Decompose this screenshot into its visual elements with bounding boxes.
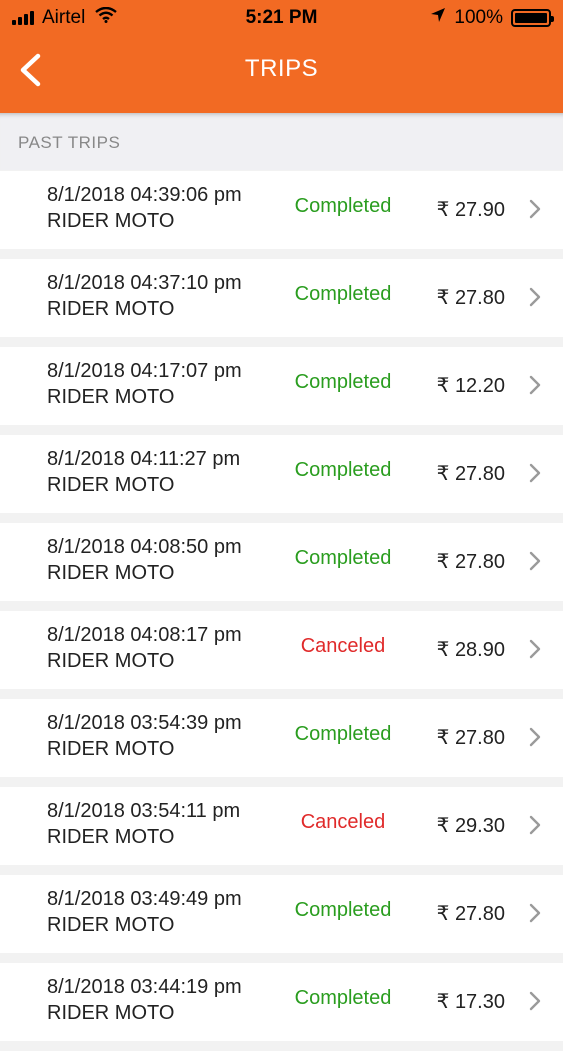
battery-icon [511,9,554,27]
trip-datetime: 8/1/2018 04:11:27 pm [47,448,241,470]
trip-datetime: 8/1/2018 04:39:06 pm [47,184,242,206]
trip-vehicle: RIDER MOTO [47,826,175,848]
trip-vehicle: RIDER MOTO [47,386,175,408]
chevron-right-icon [529,375,541,395]
trip-row[interactable]: 8/1/2018 03:54:39 pm RIDER MOTO Complete… [0,699,563,777]
trip-row[interactable]: 8/1/2018 03:49:49 pm RIDER MOTO Complete… [0,875,563,953]
trip-row[interactable]: 8/1/2018 04:39:06 pm RIDER MOTO Complete… [0,171,563,249]
chevron-right-icon [529,815,541,835]
trip-datetime: 8/1/2018 03:54:39 pm [47,712,242,734]
chevron-right-icon [529,903,541,923]
trip-datetime: 8/1/2018 04:08:50 pm [47,536,242,558]
trip-vehicle: RIDER MOTO [47,210,175,232]
trip-datetime: 8/1/2018 03:49:49 pm [47,888,242,910]
trip-datetime: 8/1/2018 03:54:11 pm [47,800,241,822]
trip-datetime: 8/1/2018 03:44:19 pm [47,976,242,998]
trip-vehicle: RIDER MOTO [47,474,175,496]
trip-fare: ₹ 27.80 [436,727,505,749]
chevron-right-icon [529,991,541,1011]
chevron-right-icon [529,727,541,747]
trip-status: Canceled [300,811,386,833]
trip-vehicle: RIDER MOTO [47,1002,175,1024]
trip-vehicle: RIDER MOTO [47,562,175,584]
trip-fare: ₹ 27.80 [436,287,505,309]
trip-vehicle: RIDER MOTO [47,738,175,760]
trip-fare: ₹ 27.80 [436,551,505,573]
trip-row[interactable]: 8/1/2018 04:11:27 pm RIDER MOTO Complete… [0,435,563,513]
chevron-right-icon [529,287,541,307]
trip-status: Completed [294,547,392,569]
trip-status: Completed [294,987,392,1009]
trip-status: Completed [294,195,392,217]
battery-percent: 100% [454,7,503,28]
trip-datetime: 8/1/2018 04:08:17 pm [47,624,242,646]
location-arrow-icon [430,7,446,29]
trip-fare: ₹ 12.20 [436,375,505,397]
chevron-right-icon [529,639,541,659]
trip-status: Completed [294,723,392,745]
trip-status: Completed [294,459,392,481]
trip-list: 8/1/2018 04:39:06 pm RIDER MOTO Complete… [0,171,563,1051]
trip-row[interactable]: 8/1/2018 04:37:10 pm RIDER MOTO Complete… [0,259,563,337]
trip-fare: ₹ 27.90 [436,199,505,221]
chevron-right-icon [529,199,541,219]
section-header: PAST TRIPS [0,113,563,170]
chevron-right-icon [529,551,541,571]
trip-fare: ₹ 27.80 [436,903,505,925]
trip-vehicle: RIDER MOTO [47,914,175,936]
trip-datetime: 8/1/2018 04:17:07 pm [47,360,242,382]
chevron-right-icon [529,463,541,483]
section-label: PAST TRIPS [18,133,121,152]
status-right: 100% [430,7,554,29]
trip-row[interactable]: 8/1/2018 04:17:07 pm RIDER MOTO Complete… [0,347,563,425]
trip-status: Completed [294,371,392,393]
trip-vehicle: RIDER MOTO [47,298,175,320]
trip-row[interactable]: 8/1/2018 03:44:19 pm RIDER MOTO Complete… [0,963,563,1041]
trip-fare: ₹ 28.90 [436,639,505,661]
page-title: TRIPS [244,55,319,82]
trip-row[interactable]: 8/1/2018 04:08:17 pm RIDER MOTO Canceled… [0,611,563,689]
trip-fare: ₹ 17.30 [436,991,505,1013]
trip-row[interactable]: 8/1/2018 03:54:11 pm RIDER MOTO Canceled… [0,787,563,865]
app-header: Airtel 5:21 PM 100% TRIPS [0,0,563,113]
trip-vehicle: RIDER MOTO [47,650,175,672]
trip-status: Completed [294,283,392,305]
status-bar: Airtel 5:21 PM 100% [0,0,563,36]
trip-datetime: 8/1/2018 04:37:10 pm [47,272,242,294]
trip-row[interactable]: 8/1/2018 04:08:50 pm RIDER MOTO Complete… [0,523,563,601]
trip-fare: ₹ 29.30 [436,815,505,837]
trip-status: Canceled [300,635,386,657]
trip-fare: ₹ 27.80 [436,463,505,485]
trip-status: Completed [294,899,392,921]
